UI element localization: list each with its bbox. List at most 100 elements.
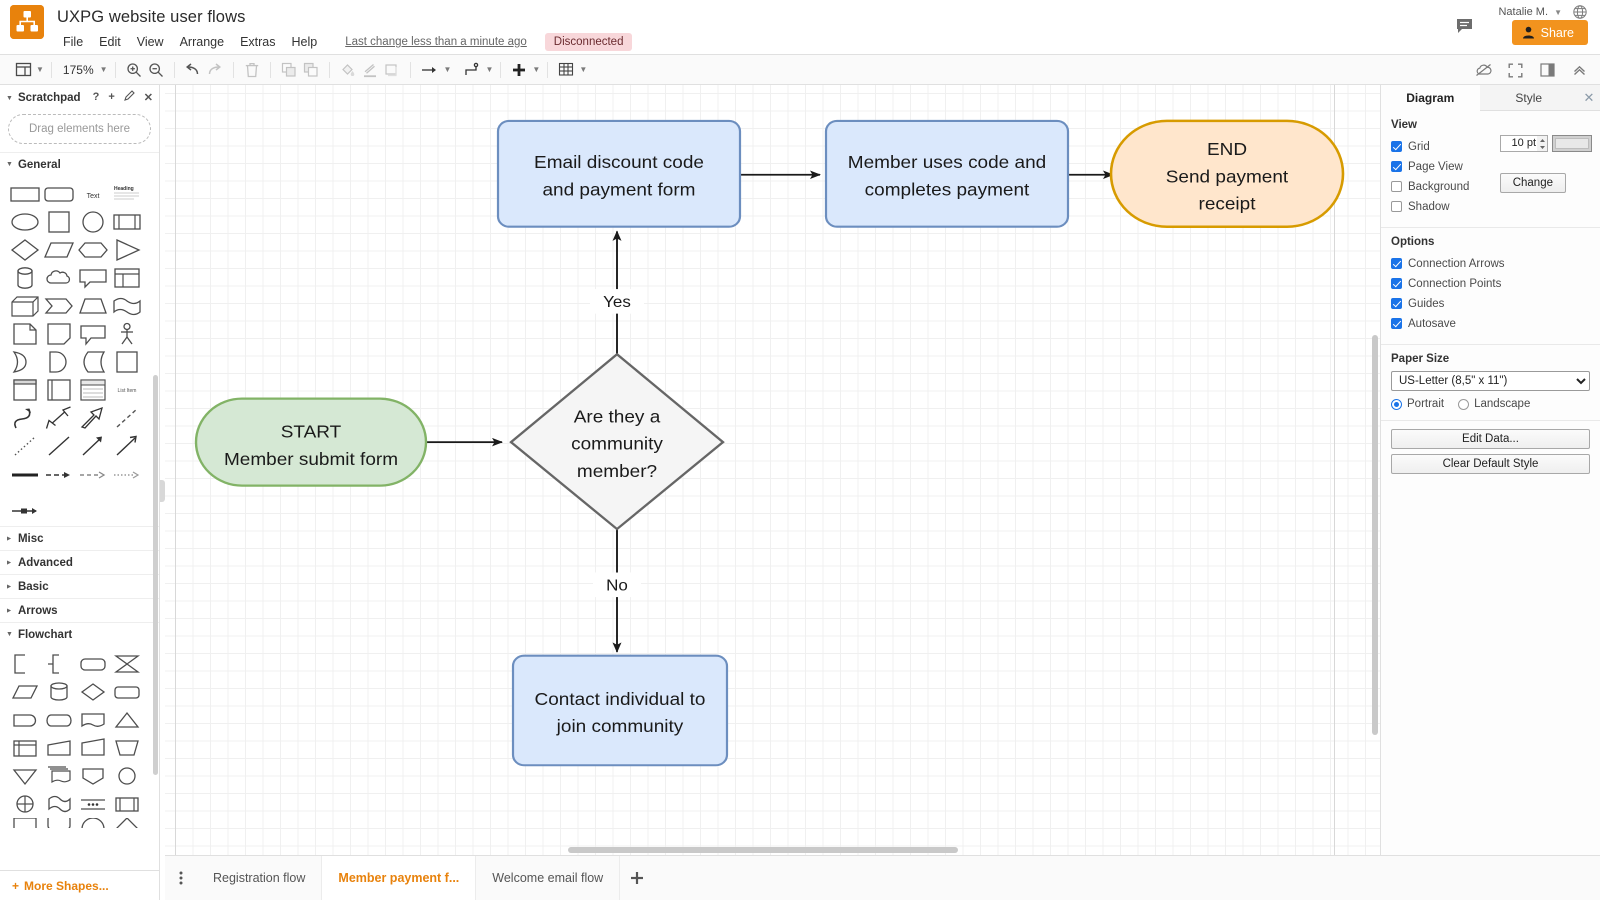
- plus-icon[interactable]: +: [108, 91, 114, 103]
- edit-data-button[interactable]: Edit Data...: [1391, 429, 1590, 449]
- flowchart-shape-direct-data[interactable]: [42, 706, 76, 733]
- flowchart-shape-manual-op-2[interactable]: [110, 734, 144, 761]
- flowchart-shape-database[interactable]: [42, 678, 76, 705]
- scratchpad-header[interactable]: ▼ Scratchpad ? + ✕: [0, 88, 159, 108]
- sidebar-section-misc[interactable]: ▼ Misc: [0, 526, 159, 550]
- shape-trapezoid[interactable]: [76, 292, 110, 319]
- shape-curve-arrow[interactable]: [8, 404, 42, 431]
- flowchart-shape-partial-2[interactable]: [42, 818, 76, 828]
- shape-speech-bubble[interactable]: [76, 320, 110, 347]
- shape-table[interactable]: [110, 264, 144, 291]
- flowchart-shape-document[interactable]: [76, 706, 110, 733]
- node-contact-individual[interactable]: Contact individual to join community: [511, 654, 729, 767]
- page-view-checkbox[interactable]: [1391, 161, 1402, 172]
- menu-help[interactable]: Help: [284, 33, 326, 51]
- shape-cylinder[interactable]: [8, 264, 42, 291]
- sidebar-section-arrows[interactable]: ▼ Arrows: [0, 598, 159, 622]
- shape-process[interactable]: [110, 208, 144, 235]
- flowchart-shape-paper-tape[interactable]: [42, 790, 76, 817]
- sheet-tab-member-payment-flow[interactable]: Member payment f...: [322, 855, 477, 900]
- landscape-option[interactable]: Landscape: [1458, 398, 1530, 410]
- zoom-in-icon[interactable]: [123, 58, 145, 82]
- autosave-checkbox[interactable]: [1391, 318, 1402, 329]
- background-change-button[interactable]: Change: [1499, 173, 1566, 193]
- flowchart-shape-terminator[interactable]: [76, 650, 110, 677]
- flowchart-shape-extract-2[interactable]: [76, 762, 110, 789]
- toggle-panel-icon[interactable]: [1536, 58, 1558, 82]
- guides-checkbox[interactable]: [1391, 298, 1402, 309]
- document-title[interactable]: UXPG website user flows: [57, 8, 245, 27]
- fullscreen-icon[interactable]: [1504, 58, 1526, 82]
- shape-arrow-line[interactable]: [76, 432, 110, 459]
- shape-dashed-line[interactable]: [110, 404, 144, 431]
- table-icon[interactable]: [555, 58, 577, 82]
- flowchart-shape-summing-junction[interactable]: [8, 790, 42, 817]
- flowchart-shape-delay[interactable]: [8, 706, 42, 733]
- menu-edit[interactable]: Edit: [91, 33, 129, 51]
- shape-dotted-line[interactable]: [8, 432, 42, 459]
- user-menu[interactable]: Natalie M. ▼: [1498, 6, 1562, 18]
- shape-list[interactable]: [76, 376, 110, 403]
- connection-arrows-label[interactable]: Connection Arrows: [1408, 258, 1505, 270]
- grid-color-swatch[interactable]: [1552, 135, 1592, 152]
- grid-label[interactable]: Grid: [1408, 141, 1430, 153]
- shape-delay[interactable]: [8, 348, 42, 375]
- node-start[interactable]: START Member submit form: [194, 397, 428, 487]
- shape-box[interactable]: [110, 348, 144, 375]
- shape-actor[interactable]: [110, 320, 144, 347]
- node-decision[interactable]: Are they a community member?: [509, 352, 725, 531]
- connection-points-checkbox[interactable]: [1391, 278, 1402, 289]
- node-member-uses-code[interactable]: Member uses code and completes payment: [824, 119, 1070, 228]
- shape-rounded-rectangle[interactable]: [42, 180, 76, 207]
- connection-arrows-checkbox[interactable]: [1391, 258, 1402, 269]
- shape-text[interactable]: Text: [76, 180, 110, 207]
- edge-label-no[interactable]: No: [593, 572, 641, 598]
- flowchart-shape-or[interactable]: [76, 790, 110, 817]
- shape-triangle[interactable]: [110, 236, 144, 263]
- shape-square[interactable]: [42, 208, 76, 235]
- undo-icon[interactable]: [182, 58, 204, 82]
- zoom-caret-icon[interactable]: ▼: [100, 65, 108, 74]
- view-layout-caret-icon[interactable]: ▼: [36, 65, 44, 74]
- shape-ellipse[interactable]: [8, 208, 42, 235]
- grid-size-stepper[interactable]: [1537, 135, 1548, 152]
- shape-hexagon[interactable]: [76, 236, 110, 263]
- view-layout-icon[interactable]: [12, 58, 34, 82]
- comment-icon[interactable]: [1456, 18, 1474, 39]
- shadow-checkbox[interactable]: [1391, 201, 1402, 212]
- autosave-label[interactable]: Autosave: [1408, 318, 1456, 330]
- shape-dashed-arrow-2[interactable]: [76, 460, 110, 487]
- send-to-back-icon[interactable]: [300, 58, 322, 82]
- sidebar-section-advanced[interactable]: ▼ Advanced: [0, 550, 159, 574]
- shape-step[interactable]: [42, 292, 76, 319]
- paper-size-select[interactable]: US-Letter (8,5" x 11"): [1391, 371, 1590, 391]
- close-icon[interactable]: ✕: [144, 91, 153, 104]
- sidebar-scrollbar-thumb[interactable]: [153, 375, 158, 775]
- menu-extras[interactable]: Extras: [232, 33, 283, 51]
- share-button[interactable]: Share: [1511, 20, 1588, 45]
- shape-rectangle[interactable]: [8, 180, 42, 207]
- node-end[interactable]: END Send payment receipt: [1109, 119, 1345, 228]
- line-color-icon[interactable]: [359, 58, 381, 82]
- shape-frame[interactable]: [42, 376, 76, 403]
- shape-tape[interactable]: [110, 292, 144, 319]
- flowchart-shape-partial-4[interactable]: [110, 818, 144, 828]
- flowchart-shape-manual-operation[interactable]: [76, 734, 110, 761]
- insert-plus-icon[interactable]: [508, 58, 530, 82]
- add-sheet-button[interactable]: [620, 856, 654, 900]
- flowchart-shape-merge[interactable]: [8, 762, 42, 789]
- shape-note[interactable]: [42, 320, 76, 347]
- shadow-icon[interactable]: [381, 58, 403, 82]
- shape-link-connector[interactable]: [8, 496, 42, 523]
- bring-to-front-icon[interactable]: [278, 58, 300, 82]
- edge-label-yes[interactable]: Yes: [590, 289, 644, 314]
- background-checkbox[interactable]: [1391, 181, 1402, 192]
- shape-callout[interactable]: [76, 264, 110, 291]
- flowchart-shape-multi-document[interactable]: [42, 762, 76, 789]
- background-label[interactable]: Background: [1408, 181, 1469, 193]
- sidebar-section-basic[interactable]: ▼ Basic: [0, 574, 159, 598]
- sheet-tab-registration-flow[interactable]: Registration flow: [197, 855, 323, 900]
- tab-diagram[interactable]: Diagram: [1381, 85, 1480, 111]
- flowchart-shape-data[interactable]: [8, 678, 42, 705]
- drawio-logo-icon[interactable]: [10, 5, 44, 39]
